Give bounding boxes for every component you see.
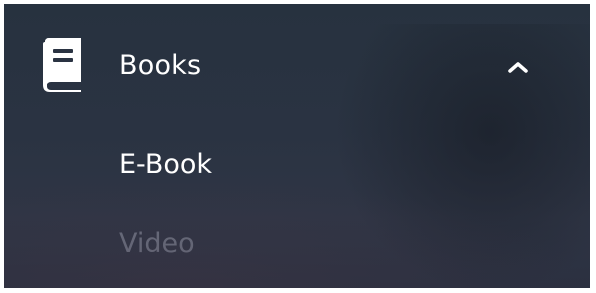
books-menu-toggle[interactable]: Books (4, 4, 590, 122)
chevron-up-icon[interactable] (507, 60, 529, 74)
books-menu-label: Books (119, 50, 202, 81)
submenu-item-video[interactable]: Video (119, 227, 195, 261)
sidebar-panel: Books E-Book Video (4, 4, 590, 288)
submenu-item-ebook[interactable]: E-Book (119, 148, 212, 182)
book-icon (43, 38, 81, 92)
